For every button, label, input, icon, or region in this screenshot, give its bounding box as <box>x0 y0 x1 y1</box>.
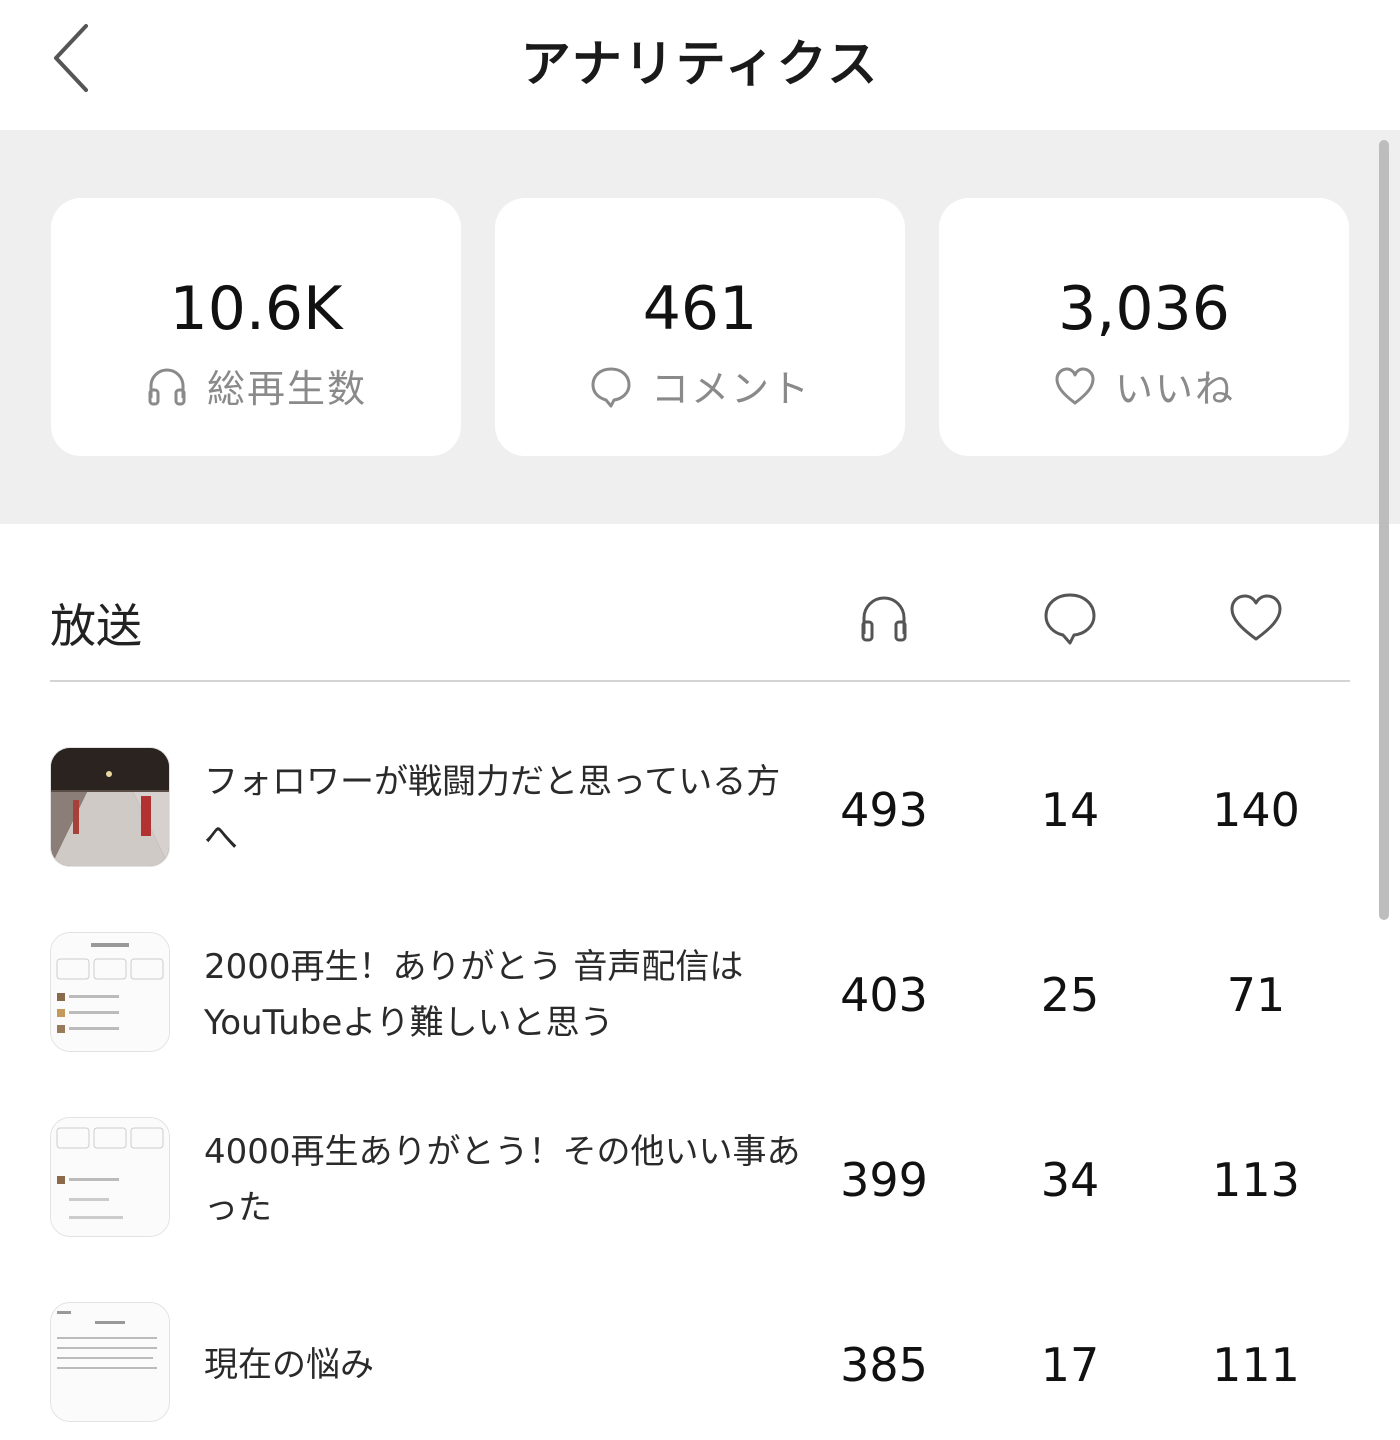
likes-card: 3,036 いいね <box>939 198 1349 456</box>
episode-thumbnail <box>50 1302 170 1422</box>
episode-title: 4000再生ありがとう！その他いい事あった <box>204 1132 801 1228</box>
comment-icon <box>1042 590 1098 646</box>
likes-value: 3,036 <box>1058 274 1230 344</box>
total-plays-label: 総再生数 <box>206 367 367 411</box>
heart-icon <box>1228 590 1284 646</box>
header: アナリティクス <box>0 0 1400 130</box>
episode-thumbnail <box>50 747 170 867</box>
episode-likes: 113 <box>1212 1153 1300 1207</box>
summary-panel: 10.6K 総再生数 461 コメント 3,036 いいね <box>0 130 1400 524</box>
episode-thumbnail <box>50 932 170 1052</box>
total-plays-card: 10.6K 総再生数 <box>51 198 461 456</box>
episode-plays: 493 <box>840 783 928 837</box>
likes-label: いいね <box>1114 367 1235 411</box>
section-title: 放送 <box>50 599 142 653</box>
episode-plays: 399 <box>840 1153 928 1207</box>
episode-row[interactable]: 2000再生！ありがとう 音声配信はYouTubeより難しいと思う 403 25… <box>50 920 1350 1070</box>
scrollbar[interactable] <box>1379 140 1389 920</box>
episode-plays: 385 <box>840 1338 928 1392</box>
episode-row[interactable]: 現在の悩み 385 17 111 <box>50 1290 1350 1440</box>
episode-row[interactable]: 4000再生ありがとう！その他いい事あった 399 34 113 <box>50 1105 1350 1255</box>
episode-likes: 140 <box>1212 783 1300 837</box>
comments-card: 461 コメント <box>495 198 905 456</box>
episode-likes: 71 <box>1226 968 1286 1022</box>
page-title: アナリティクス <box>520 35 880 93</box>
comment-icon <box>589 364 633 408</box>
episode-likes: 111 <box>1212 1338 1300 1392</box>
headphones-icon <box>856 590 912 646</box>
episodes-header: 放送 <box>50 580 1350 682</box>
heart-icon <box>1053 364 1097 408</box>
episode-title: フォロワーが戦闘力だと思っている方へ <box>204 762 781 858</box>
episode-row[interactable]: フォロワーが戦闘力だと思っている方へ 493 14 140 <box>50 735 1350 885</box>
total-plays-value: 10.6K <box>169 274 343 344</box>
headphones-icon <box>145 364 189 408</box>
episode-comments: 34 <box>1040 1153 1100 1207</box>
episode-thumbnail <box>50 1117 170 1237</box>
episode-plays: 403 <box>840 968 928 1022</box>
episode-title: 2000再生！ありがとう 音声配信はYouTubeより難しいと思う <box>204 947 744 1043</box>
episode-comments: 14 <box>1040 783 1100 837</box>
comments-value: 461 <box>642 274 758 344</box>
episode-comments: 25 <box>1040 968 1100 1022</box>
episode-title: 現在の悩み <box>204 1345 374 1385</box>
episode-comments: 17 <box>1040 1338 1100 1392</box>
comments-label: コメント <box>650 367 811 411</box>
